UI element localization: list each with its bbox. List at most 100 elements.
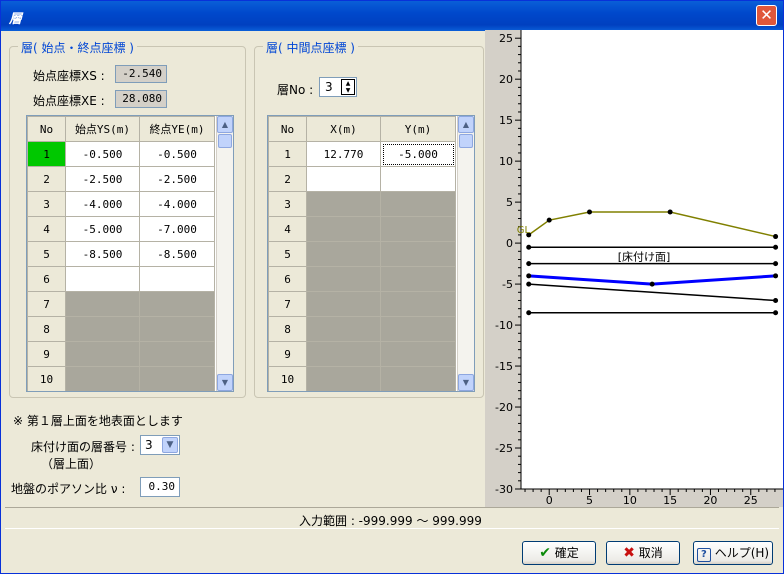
- cell-ye: [139, 291, 215, 317]
- table-row[interactable]: 5: [268, 241, 456, 267]
- table-row[interactable]: 9: [268, 341, 456, 367]
- x-mark-icon: ✖: [623, 545, 635, 561]
- scroll-up-icon[interactable]: ▲: [217, 116, 233, 133]
- table-row[interactable]: 8: [27, 316, 215, 342]
- cell-ys[interactable]: -5.000: [65, 216, 140, 242]
- cell-ye[interactable]: -4.000: [139, 191, 215, 217]
- table-row[interactable]: 4: [268, 216, 456, 242]
- poisson-input[interactable]: 0.30: [140, 477, 180, 497]
- midpoints-scrollbar[interactable]: ▲ ▼: [457, 116, 474, 391]
- row-number: 2: [27, 166, 66, 192]
- table-row[interactable]: 7: [27, 291, 215, 317]
- header-ys: 始点YS(m): [65, 116, 140, 142]
- cell-ye[interactable]: -0.500: [139, 141, 215, 167]
- midpoints-table: No X(m) Y(m) 1 12.770 -5.000 2 3 4 5 6 7 8 9 10: [268, 116, 456, 391]
- table-row[interactable]: 3 -4.000 -4.000: [27, 191, 215, 217]
- table-row[interactable]: 1 12.770 -5.000: [268, 141, 456, 167]
- cell-ys[interactable]: -8.500: [65, 241, 140, 267]
- cell-ys[interactable]: [65, 266, 140, 292]
- y-tick-label: 0: [506, 237, 513, 250]
- cell-y[interactable]: [380, 166, 456, 192]
- table-row[interactable]: 1 -0.500 -0.500: [27, 141, 215, 167]
- xs-label: 始点座標XS :: [33, 69, 105, 83]
- layer-point: [773, 244, 779, 250]
- close-button[interactable]: ✕: [756, 5, 777, 26]
- xs-value: -2.540: [115, 65, 167, 83]
- cell-ye[interactable]: -7.000: [139, 216, 215, 242]
- header-ye: 終点YE(m): [139, 116, 215, 142]
- row-number: 7: [268, 291, 307, 317]
- endpoints-scrollbar[interactable]: ▲ ▼: [216, 116, 233, 391]
- row-number: 6: [268, 266, 307, 292]
- midpoints-group-title: 層( 中間点座標 ): [263, 39, 358, 56]
- layer-no-stepper[interactable]: 3 ▲ ▼: [319, 77, 357, 97]
- help-button[interactable]: ? ヘルプ(H): [693, 541, 773, 565]
- layer-point: [773, 310, 779, 316]
- y-tick-label: 15: [499, 114, 513, 127]
- scroll-thumb[interactable]: [218, 134, 232, 148]
- cell-y: [380, 341, 456, 367]
- cell-ys: [65, 341, 140, 367]
- layer-point: [526, 281, 532, 287]
- cell-ys[interactable]: -2.500: [65, 166, 140, 192]
- cell-ye: [139, 316, 215, 342]
- floor-layer-sublabel: （層上面）: [41, 457, 102, 471]
- ok-button[interactable]: ✔ 確定: [522, 541, 596, 565]
- layer-dialog: 層 ✕ 層( 始点・終点座標 ) 始点座標XS : -2.540 始点座標XE …: [0, 0, 784, 574]
- cancel-button[interactable]: ✖ 取消: [606, 541, 680, 565]
- table-row[interactable]: 6: [268, 266, 456, 292]
- cell-ye[interactable]: [139, 266, 215, 292]
- stepper-arrows-icon[interactable]: ▲ ▼: [341, 79, 355, 95]
- chevron-down-icon[interactable]: ▼: [162, 437, 178, 453]
- table-row[interactable]: 2 -2.500 -2.500: [27, 166, 215, 192]
- floor-layer-select[interactable]: 3 ▼: [140, 435, 180, 455]
- cell-x[interactable]: 12.770: [306, 141, 381, 167]
- cell-y: [380, 191, 456, 217]
- scroll-down-icon[interactable]: ▼: [217, 374, 233, 391]
- xe-label: 始点座標XE :: [33, 94, 105, 108]
- scroll-up-icon[interactable]: ▲: [458, 116, 474, 133]
- table-row[interactable]: 7: [268, 291, 456, 317]
- cell-ys[interactable]: -4.000: [65, 191, 140, 217]
- x-tick-label: 10: [623, 494, 637, 507]
- midpoints-grid: No X(m) Y(m) 1 12.770 -5.000 2 3 4 5 6 7 8 9 10 ▲ ▼: [267, 115, 475, 392]
- table-row[interactable]: 8: [268, 316, 456, 342]
- layer-point: [546, 217, 552, 223]
- table-row[interactable]: 5 -8.500 -8.500: [27, 241, 215, 267]
- scroll-down-icon[interactable]: ▼: [458, 374, 474, 391]
- table-row[interactable]: 6: [27, 266, 215, 292]
- table-row[interactable]: 4 -5.000 -7.000: [27, 216, 215, 242]
- cancel-button-label: 取消: [638, 546, 663, 560]
- cell-x[interactable]: [306, 166, 381, 192]
- row-number: 1: [27, 141, 66, 167]
- ok-button-label: 確定: [554, 546, 579, 560]
- row-number: 3: [27, 191, 66, 217]
- table-row[interactable]: 3: [268, 191, 456, 217]
- layer-point: [773, 234, 779, 240]
- table-row[interactable]: 9: [27, 341, 215, 367]
- table-row[interactable]: 2: [268, 166, 456, 192]
- y-tick-label: -25: [495, 442, 513, 455]
- cell-y: [380, 291, 456, 317]
- cell-ys[interactable]: -0.500: [65, 141, 140, 167]
- cell-ys: [65, 316, 140, 342]
- x-tick-label: 25: [744, 494, 758, 507]
- y-tick-label: -30: [495, 483, 513, 496]
- table-row[interactable]: 10: [27, 366, 215, 391]
- cell-ye[interactable]: -8.500: [139, 241, 215, 267]
- row-number: 7: [27, 291, 66, 317]
- cell-y[interactable]: -5.000: [380, 141, 456, 167]
- table-row[interactable]: 10: [268, 366, 456, 391]
- cell-y: [380, 216, 456, 242]
- layer-point: [649, 281, 655, 287]
- endpoints-group-title: 層( 始点・終点座標 ): [18, 39, 137, 56]
- y-tick-label: 5: [506, 196, 513, 209]
- row-number: 10: [27, 366, 66, 391]
- row-number: 6: [27, 266, 66, 292]
- cell-ys: [65, 366, 140, 391]
- floor-layer-value: 3: [145, 438, 153, 452]
- y-tick-label: -10: [495, 319, 513, 332]
- cell-ye[interactable]: -2.500: [139, 166, 215, 192]
- y-tick-label: -20: [495, 401, 513, 414]
- scroll-thumb[interactable]: [459, 134, 473, 148]
